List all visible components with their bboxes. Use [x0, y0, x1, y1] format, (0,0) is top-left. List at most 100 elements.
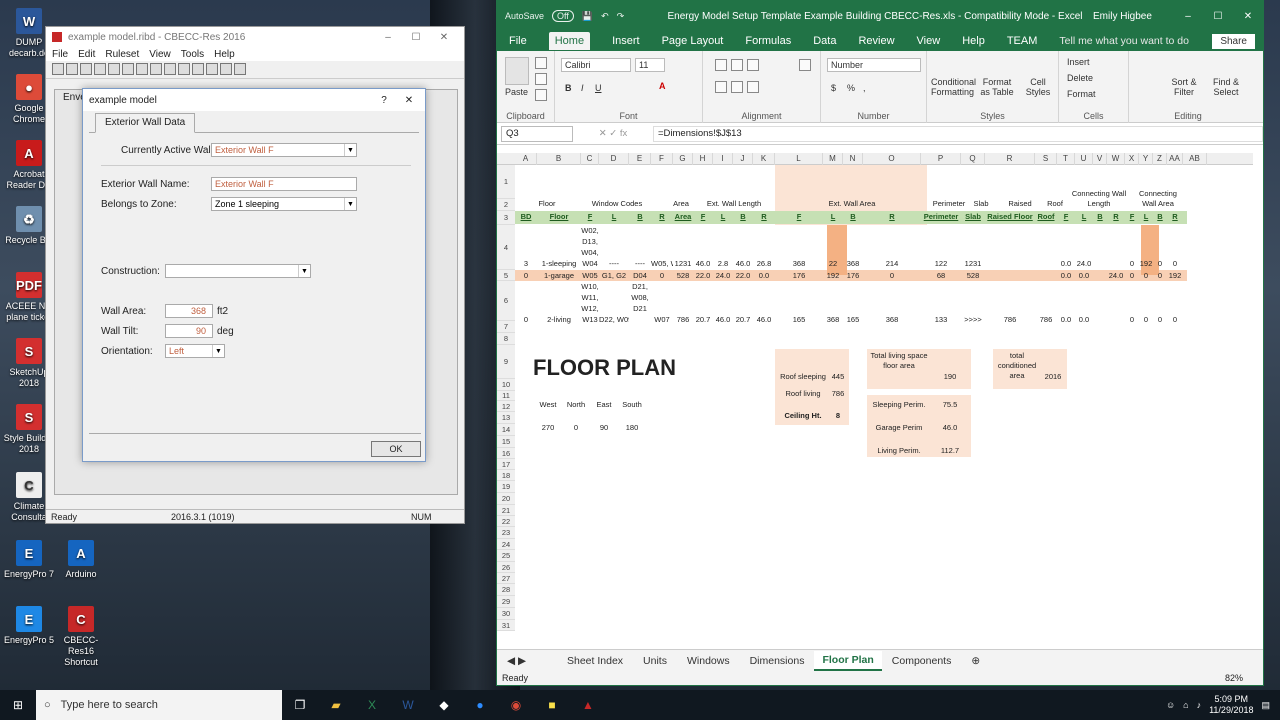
- orientation-select[interactable]: Left ▼: [165, 344, 225, 358]
- close-button[interactable]: ✕: [430, 32, 458, 43]
- undo-icon[interactable]: ↶: [601, 11, 609, 22]
- file-explorer-icon[interactable]: ▰: [318, 690, 354, 720]
- column-header[interactable]: AB: [1183, 153, 1207, 165]
- data-cell[interactable]: 0: [1125, 259, 1139, 268]
- font-size-select[interactable]: 11: [635, 58, 665, 72]
- find-select-button[interactable]: Find & Select: [1207, 77, 1245, 97]
- data-cell[interactable]: 368: [823, 315, 843, 324]
- menu-help[interactable]: Help: [214, 49, 235, 60]
- delete-cells-button[interactable]: Delete: [1067, 73, 1093, 83]
- tool-icon[interactable]: [136, 63, 148, 75]
- font-name-select[interactable]: Calibri: [561, 58, 631, 72]
- notifications-icon[interactable]: ▤: [1261, 700, 1270, 711]
- direction-value[interactable]: 90: [591, 423, 617, 432]
- zoom-icon[interactable]: ●: [462, 690, 498, 720]
- number-format-select[interactable]: Number: [827, 58, 921, 72]
- data-cell[interactable]: 0.0: [1057, 271, 1075, 280]
- menu-file[interactable]: File: [52, 49, 68, 60]
- bold-icon[interactable]: B: [565, 83, 572, 93]
- data-cell[interactable]: 0: [1167, 259, 1183, 268]
- row-header[interactable]: 3: [497, 211, 515, 225]
- row-header[interactable]: 6: [497, 281, 515, 321]
- cbecc-taskbar-icon[interactable]: ▲: [570, 690, 606, 720]
- data-cell[interactable]: 786: [673, 315, 693, 324]
- row-header[interactable]: 31: [497, 620, 515, 631]
- italic-icon[interactable]: I: [581, 83, 584, 93]
- paste-button[interactable]: Paste: [505, 87, 528, 97]
- tool-icon[interactable]: [178, 63, 190, 75]
- data-cell[interactable]: 165: [843, 315, 863, 324]
- direction-value[interactable]: 270: [535, 423, 561, 432]
- maximize-button[interactable]: ☐: [402, 32, 430, 43]
- sheet-tab-index[interactable]: Sheet Index: [557, 655, 633, 667]
- percent-icon[interactable]: %: [847, 83, 855, 93]
- minimize-button[interactable]: –: [374, 32, 402, 43]
- spreadsheet-grid[interactable]: A B C D E F G H I J K L M N O P Q R S T U V W X Y Z AA AB 123456789…: [497, 153, 1253, 647]
- data-cell[interactable]: 46.0: [753, 315, 775, 324]
- taskbar-search[interactable]: ○ Type here to search: [36, 690, 282, 720]
- row-header[interactable]: 29: [497, 596, 515, 608]
- excel-icon[interactable]: X: [354, 690, 390, 720]
- align-center-icon[interactable]: [731, 81, 743, 93]
- data-cell[interactable]: 24.0: [713, 271, 733, 280]
- direction-value[interactable]: 0: [563, 423, 589, 432]
- cell-styles-button[interactable]: Cell Styles: [1021, 77, 1055, 97]
- underline-icon[interactable]: U: [595, 83, 602, 93]
- tool-icon[interactable]: [94, 63, 106, 75]
- open-icon[interactable]: [66, 63, 78, 75]
- data-cell[interactable]: 786: [985, 315, 1035, 324]
- zoom-level[interactable]: 82%: [1225, 673, 1243, 683]
- sheet-tab-windows[interactable]: Windows: [677, 655, 740, 667]
- format-painter-icon[interactable]: [535, 89, 547, 101]
- column-header[interactable]: N: [843, 153, 863, 165]
- maximize-button[interactable]: ☐: [1203, 11, 1233, 22]
- menu-tools[interactable]: Tools: [181, 49, 204, 60]
- data-cell[interactable]: 0: [1139, 315, 1153, 324]
- data-cell[interactable]: 0.0: [753, 271, 775, 280]
- clock[interactable]: 5:09 PM 11/29/2018: [1209, 694, 1253, 716]
- desktop-icon[interactable]: A Arduino: [52, 540, 110, 580]
- row-header[interactable]: 4: [497, 225, 515, 270]
- tool-icon[interactable]: [164, 63, 176, 75]
- construction-select[interactable]: ▼: [165, 264, 311, 278]
- column-header[interactable]: AA: [1167, 153, 1183, 165]
- direction-value[interactable]: 180: [619, 423, 645, 432]
- data-cell[interactable]: 0.0: [1075, 271, 1093, 280]
- add-sheet-icon[interactable]: ⊕: [961, 655, 990, 667]
- data-cell[interactable]: 0.0: [1075, 315, 1093, 324]
- row-header[interactable]: 7: [497, 321, 515, 333]
- column-header[interactable]: U: [1075, 153, 1093, 165]
- sheet-tab-units[interactable]: Units: [633, 655, 677, 667]
- ok-button[interactable]: OK: [371, 441, 421, 457]
- data-cell[interactable]: 0: [1167, 315, 1183, 324]
- data-cell[interactable]: ----: [629, 259, 651, 268]
- autosave-toggle[interactable]: Off: [552, 10, 574, 22]
- row-header[interactable]: 25: [497, 550, 515, 562]
- column-header[interactable]: L: [775, 153, 823, 165]
- column-header[interactable]: F: [651, 153, 673, 165]
- data-cell[interactable]: 133: [921, 315, 961, 324]
- chrome-icon[interactable]: ◉: [498, 690, 534, 720]
- help-icon[interactable]: [234, 63, 246, 75]
- sheet-tab-components[interactable]: Components: [882, 655, 962, 667]
- tab-formulas[interactable]: Formulas: [745, 35, 791, 47]
- data-cell[interactable]: 0: [1125, 315, 1139, 324]
- data-cell[interactable]: D04: [629, 271, 651, 280]
- column-header[interactable]: E: [629, 153, 651, 165]
- data-cell[interactable]: 0: [515, 271, 537, 280]
- data-cell[interactable]: ----: [599, 259, 629, 268]
- dialog-close-button[interactable]: ✕: [399, 95, 419, 106]
- app-icon[interactable]: ◆: [426, 690, 462, 720]
- data-cell[interactable]: 2-living: [537, 315, 581, 324]
- data-cell[interactable]: 0.0: [1057, 259, 1075, 268]
- row-header[interactable]: 28: [497, 584, 515, 596]
- word-icon[interactable]: W: [390, 690, 426, 720]
- copy-icon[interactable]: [535, 73, 547, 85]
- row-header[interactable]: 10: [497, 379, 515, 391]
- data-cell[interactable]: 46.0: [713, 315, 733, 324]
- close-button[interactable]: ✕: [1233, 11, 1263, 22]
- font-color-icon[interactable]: A: [659, 81, 666, 91]
- format-as-table-button[interactable]: Format as Table: [977, 77, 1017, 97]
- align-middle-icon[interactable]: [731, 59, 743, 71]
- paste-icon[interactable]: [505, 57, 529, 85]
